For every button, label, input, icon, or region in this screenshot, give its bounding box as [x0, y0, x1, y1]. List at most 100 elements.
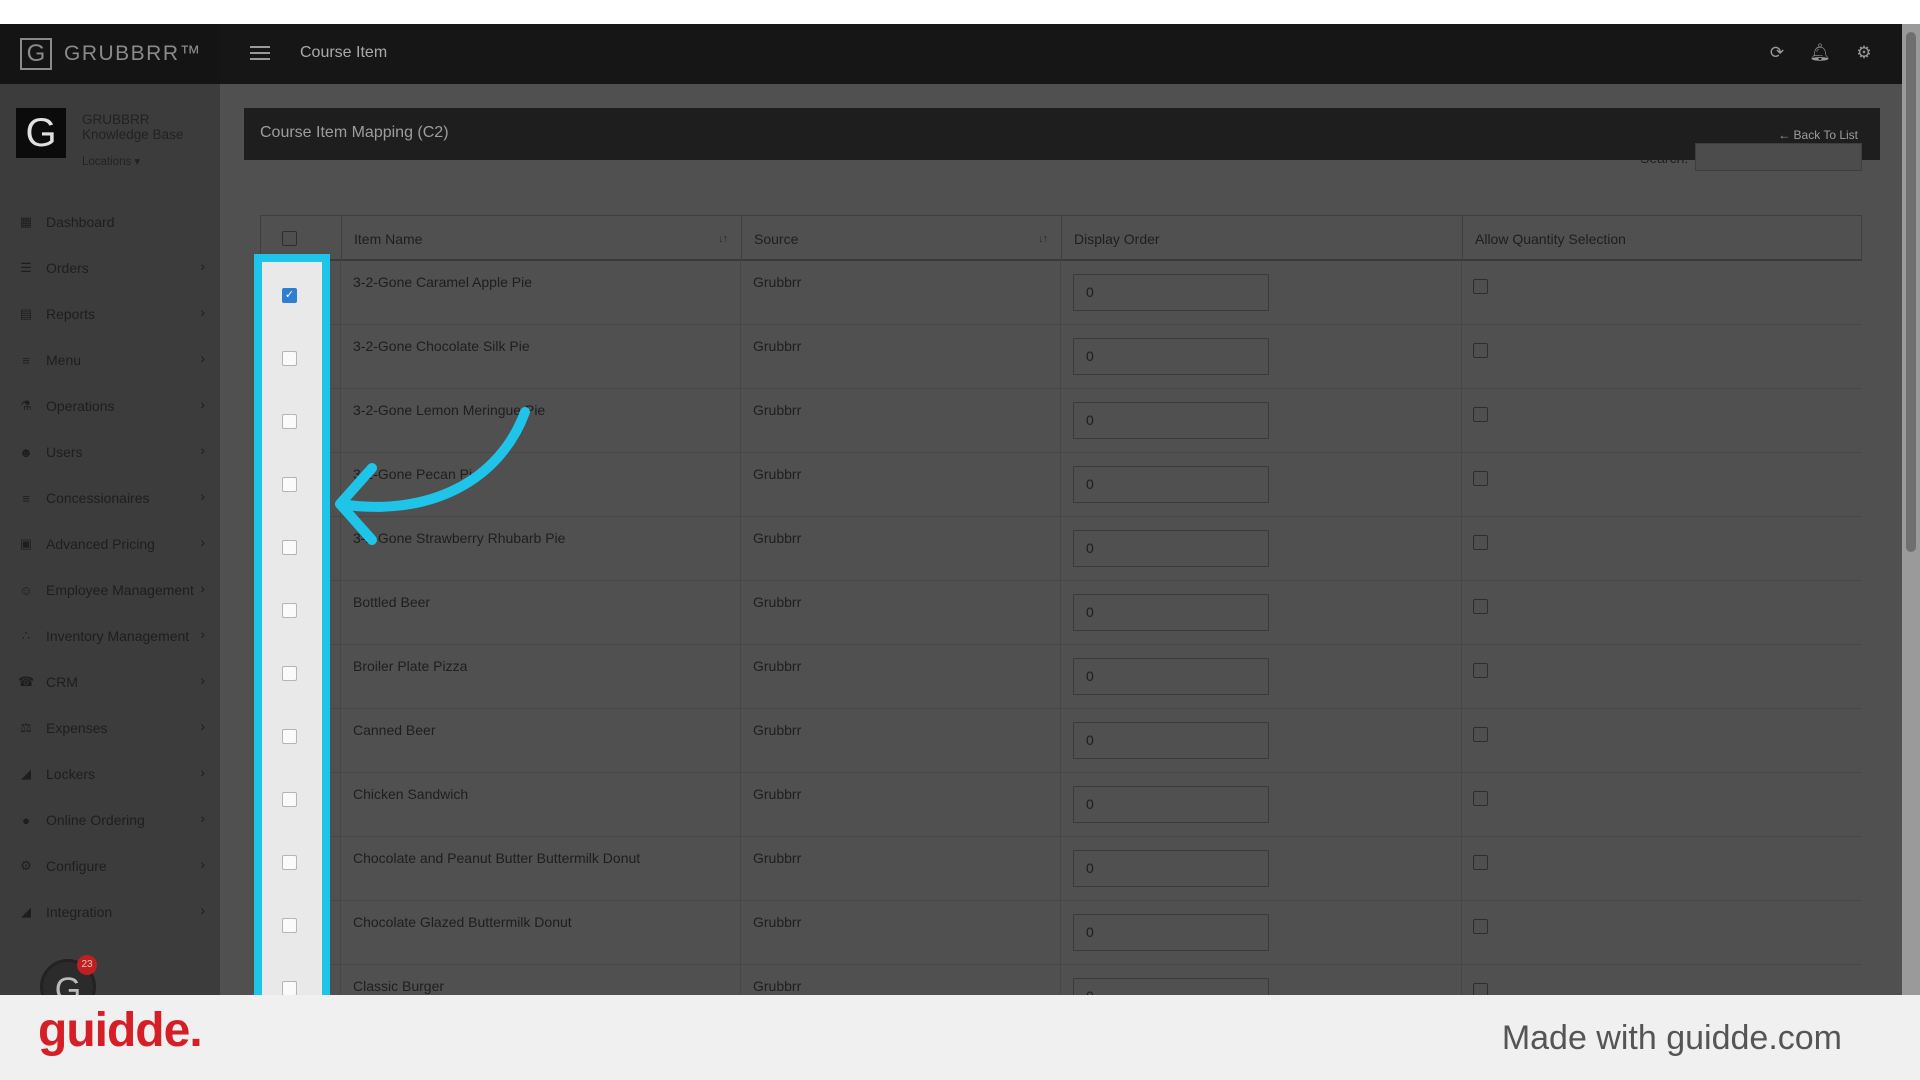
- allow-quantity-checkbox[interactable]: [1473, 727, 1488, 742]
- refresh-icon[interactable]: ⟳: [1766, 42, 1788, 64]
- allow-quantity-checkbox[interactable]: [1473, 279, 1488, 294]
- display-order-input[interactable]: 0: [1073, 850, 1269, 887]
- chevron-right-icon: ›: [200, 442, 205, 458]
- locations-dropdown[interactable]: Locations ▾: [82, 154, 140, 168]
- sidebar-item-expenses[interactable]: ⚖ Expenses ›: [0, 705, 220, 751]
- display-order-input[interactable]: 0: [1073, 466, 1269, 503]
- sidebar-item-orders[interactable]: ☰ Orders ›: [0, 245, 220, 291]
- allow-quantity-checkbox[interactable]: [1473, 663, 1488, 678]
- display-order-input[interactable]: 0: [1073, 274, 1269, 311]
- display-order-input[interactable]: 0: [1073, 530, 1269, 567]
- allow-quantity-checkbox[interactable]: [1473, 535, 1488, 550]
- vertical-scrollbar[interactable]: [1902, 24, 1920, 995]
- checkbox-column-highlight: ✓: [262, 262, 322, 996]
- chevron-right-icon: ›: [200, 488, 205, 504]
- column-header-item-name[interactable]: Item Name ↓↑: [341, 216, 741, 260]
- chevron-right-icon: ›: [200, 718, 205, 734]
- row-select-checkbox[interactable]: [282, 666, 297, 681]
- sidebar-item-label: Advanced Pricing: [46, 536, 155, 552]
- sidebar-nav: ▦ Dashboard ☰ Orders › ▤ Reports › ≡ Menu › ⚗ Operat…: [0, 199, 220, 935]
- back-to-list-link[interactable]: ← Back To List: [1778, 128, 1858, 142]
- chevron-right-icon: ›: [200, 902, 205, 918]
- allow-quantity-checkbox[interactable]: [1473, 791, 1488, 806]
- allow-quantity-checkbox[interactable]: [1473, 855, 1488, 870]
- chevron-right-icon: ›: [200, 350, 205, 366]
- allow-quantity-checkbox[interactable]: [1473, 407, 1488, 422]
- sidebar-item-label: Operations: [46, 398, 115, 414]
- sort-icon[interactable]: ↓↑: [1038, 216, 1048, 262]
- source-cell: [740, 517, 1060, 580]
- row-select-checkbox[interactable]: [282, 981, 297, 996]
- search-input[interactable]: [1695, 143, 1862, 171]
- sort-icon[interactable]: ↓↑: [718, 216, 728, 262]
- display-order-input[interactable]: 0: [1073, 914, 1269, 951]
- sidebar-item-concessionaires[interactable]: ≡ Concessionaires ›: [0, 475, 220, 521]
- display-order-input[interactable]: 0: [1073, 338, 1269, 375]
- panel-header: Course Item Mapping (C2) ← Back To List: [244, 108, 1880, 160]
- sidebar-item-lockers[interactable]: ◢ Lockers ›: [0, 751, 220, 797]
- sidebar-item-online-ordering[interactable]: ● Online Ordering ›: [0, 797, 220, 843]
- sidebar-item-label: Orders: [46, 260, 89, 276]
- row-select-checkbox[interactable]: [282, 351, 297, 366]
- sidebar-item-operations[interactable]: ⚗ Operations ›: [0, 383, 220, 429]
- guidde-logo[interactable]: guidde.: [38, 1003, 203, 1058]
- allow-quantity-checkbox[interactable]: [1473, 599, 1488, 614]
- sidebar-item-crm[interactable]: ☎ CRM ›: [0, 659, 220, 705]
- row-select-checkbox[interactable]: [282, 729, 297, 744]
- allow-quantity-checkbox[interactable]: [1473, 919, 1488, 934]
- item-name-cell: [340, 901, 740, 964]
- sidebar-item-icon: ≡: [22, 352, 30, 368]
- allow-quantity-checkbox[interactable]: [1473, 983, 1488, 995]
- column-header-source[interactable]: Source ↓↑: [741, 216, 1061, 260]
- item-name: Chocolate Glazed Buttermilk Donut: [353, 914, 572, 930]
- display-order-input[interactable]: 0: [1073, 402, 1269, 439]
- sidebar-item-icon: ∴: [21, 628, 31, 643]
- item-name-cell: [340, 581, 740, 644]
- display-order-input[interactable]: 0: [1073, 786, 1269, 823]
- item-source: Grubbrr: [753, 722, 802, 738]
- row-select-checkbox[interactable]: [282, 792, 297, 807]
- sidebar-item-icon: ≡: [22, 490, 30, 506]
- allow-quantity-cell: [1461, 965, 1861, 995]
- sidebar-item-menu[interactable]: ≡ Menu ›: [0, 337, 220, 383]
- sidebar-item-label: Concessionaires: [46, 490, 150, 506]
- sidebar-item-icon: ▦: [19, 214, 33, 229]
- table-row: Classic Burger Grubbrr 0: [260, 965, 1862, 995]
- sidebar-item-label: Users: [46, 444, 83, 460]
- sidebar-item-users[interactable]: ☻ Users ›: [0, 429, 220, 475]
- item-source: Grubbrr: [753, 338, 802, 354]
- row-select-checkbox[interactable]: [282, 540, 297, 555]
- sidebar-item-employee-management[interactable]: ☺ Employee Management ›: [0, 567, 220, 613]
- sidebar-item-dashboard[interactable]: ▦ Dashboard: [0, 199, 220, 245]
- select-all-checkbox[interactable]: [282, 231, 297, 246]
- row-select-checkbox[interactable]: [282, 477, 297, 492]
- source-cell: [740, 837, 1060, 900]
- row-select-checkbox[interactable]: ✓: [282, 288, 297, 303]
- hamburger-menu-icon[interactable]: [250, 46, 270, 60]
- display-order-input[interactable]: 0: [1073, 978, 1269, 995]
- sidebar-item-advanced-pricing[interactable]: ▣ Advanced Pricing ›: [0, 521, 220, 567]
- allow-quantity-cell: [1461, 709, 1861, 772]
- display-order-input[interactable]: 0: [1073, 658, 1269, 695]
- item-source: Grubbrr: [753, 274, 802, 290]
- row-select-checkbox[interactable]: [282, 918, 297, 933]
- sidebar-item-icon: ▤: [19, 306, 33, 321]
- sidebar-item-configure[interactable]: ⚙ Configure ›: [0, 843, 220, 889]
- display-order-input[interactable]: 0: [1073, 594, 1269, 631]
- allow-quantity-cell: [1461, 517, 1861, 580]
- sidebar-item-inventory-management[interactable]: ∴ Inventory Management ›: [0, 613, 220, 659]
- allow-quantity-checkbox[interactable]: [1473, 471, 1488, 486]
- sidebar-item-integration[interactable]: ◢ Integration ›: [0, 889, 220, 935]
- row-select-checkbox[interactable]: [282, 855, 297, 870]
- table-row: Chocolate Glazed Buttermilk Donut Grubbrr…: [260, 901, 1862, 965]
- allow-quantity-checkbox[interactable]: [1473, 343, 1488, 358]
- row-select-checkbox[interactable]: [282, 603, 297, 618]
- sidebar-item-reports[interactable]: ▤ Reports ›: [0, 291, 220, 337]
- org-logo-icon: G: [16, 108, 66, 158]
- sidebar-item-icon: ●: [22, 812, 30, 828]
- display-order-input[interactable]: 0: [1073, 722, 1269, 759]
- item-source: Grubbrr: [753, 786, 802, 802]
- bell-icon[interactable]: 🔔︎: [1809, 42, 1831, 64]
- row-select-checkbox[interactable]: [282, 414, 297, 429]
- gear-icon[interactable]: ⚙: [1853, 42, 1875, 64]
